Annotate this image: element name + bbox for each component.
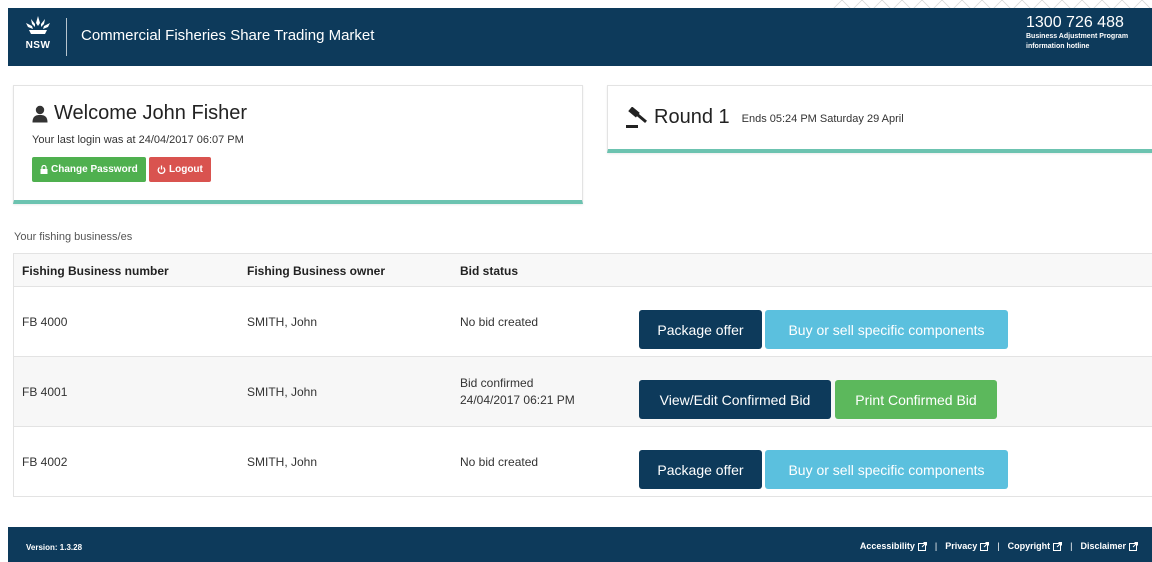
hotline-label-2: information hotline: [1026, 43, 1090, 50]
privacy-link-label: Privacy: [945, 541, 978, 551]
power-icon: [157, 165, 166, 174]
footer-links: Accessibility | Privacy | Copyright | Di…: [860, 541, 1138, 551]
package-offer-button[interactable]: Package offer: [639, 310, 762, 349]
hotline-label-1: Business Adjustment Program: [1026, 33, 1129, 40]
footer-bar: Version: 1.3.28 Accessibility | Privacy …: [8, 527, 1152, 562]
nsw-logo[interactable]: NSW: [20, 14, 56, 60]
footer-separator: |: [1070, 541, 1073, 551]
app-title: Commercial Fisheries Share Trading Marke…: [81, 27, 375, 44]
external-link-icon: [917, 541, 927, 551]
accessibility-link[interactable]: Accessibility: [860, 541, 927, 551]
fishing-business-table: Fishing Business number Fishing Business…: [13, 253, 1152, 497]
round-ends-text: Ends 05:24 PM Saturday 29 April: [741, 113, 904, 125]
waratah-icon: [20, 14, 56, 40]
logout-button[interactable]: Logout: [149, 157, 211, 182]
change-password-label: Change Password: [51, 164, 138, 175]
welcome-heading: Welcome John Fisher: [32, 102, 247, 125]
copyright-link[interactable]: Copyright: [1008, 541, 1063, 551]
privacy-link[interactable]: Privacy: [945, 541, 990, 551]
round-heading: Round 1 Ends 05:24 PM Saturday 29 April: [626, 106, 904, 129]
print-confirmed-bid-button[interactable]: Print Confirmed Bid: [835, 380, 997, 419]
external-link-icon: [980, 541, 990, 551]
last-login-text: Your last login was at 24/04/2017 06:07 …: [32, 134, 244, 146]
table-row: FB 4002 SMITH, John No bid created Packa…: [14, 427, 1152, 497]
business-number: FB 4001: [22, 385, 68, 399]
hotline-info: 1300 726 488 Business Adjustment Program…: [1026, 14, 1146, 52]
lock-icon: [40, 165, 48, 174]
table-row: FB 4000 SMITH, John No bid created Packa…: [14, 287, 1152, 357]
bid-status-date: 24/04/2017 06:21 PM: [460, 393, 575, 407]
external-link-icon: [1053, 541, 1063, 551]
bid-status: Bid confirmed: [460, 376, 534, 390]
gavel-icon: [626, 106, 648, 128]
business-owner: SMITH, John: [247, 455, 318, 469]
column-header-number: Fishing Business number: [22, 264, 169, 278]
change-password-button[interactable]: Change Password: [32, 157, 146, 182]
accessibility-link-label: Accessibility: [859, 541, 915, 551]
footer-separator: |: [997, 541, 1000, 551]
logo-divider: [66, 18, 67, 56]
businesses-section-label: Your fishing business/es: [14, 231, 133, 243]
buy-sell-components-button[interactable]: Buy or sell specific components: [765, 310, 1008, 349]
buy-sell-components-button[interactable]: Buy or sell specific components: [765, 450, 1008, 489]
business-number: FB 4000: [22, 315, 68, 329]
bid-status: No bid created: [460, 315, 539, 329]
round-card: Round 1 Ends 05:24 PM Saturday 29 April: [607, 85, 1152, 153]
business-number: FB 4002: [22, 455, 68, 469]
package-offer-button[interactable]: Package offer: [639, 450, 762, 489]
business-owner: SMITH, John: [247, 385, 318, 399]
view-edit-confirmed-bid-button[interactable]: View/Edit Confirmed Bid: [639, 380, 831, 419]
logo-text: NSW: [25, 40, 51, 51]
logout-label: Logout: [169, 164, 203, 175]
table-row: FB 4001 SMITH, John Bid confirmed 24/04/…: [14, 357, 1152, 427]
round-label: Round 1: [654, 106, 730, 128]
user-icon: [32, 105, 48, 122]
column-header-owner: Fishing Business owner: [247, 264, 386, 278]
hotline-number: 1300 726 488: [1026, 14, 1124, 31]
external-link-icon: [1129, 541, 1138, 551]
welcome-text: Welcome John Fisher: [54, 102, 248, 124]
copyright-link-label: Copyright: [1007, 541, 1051, 551]
welcome-card: Welcome John Fisher Your last login was …: [13, 85, 583, 204]
business-owner: SMITH, John: [247, 315, 318, 329]
disclaimer-link-label: Disclaimer: [1080, 541, 1126, 551]
table-header: Fishing Business number Fishing Business…: [14, 254, 1152, 287]
column-header-status: Bid status: [460, 264, 519, 278]
top-header-bar: NSW Commercial Fisheries Share Trading M…: [8, 8, 1152, 66]
disclaimer-link[interactable]: Disclaimer: [1080, 541, 1138, 551]
bid-status: No bid created: [460, 455, 539, 469]
footer-separator: |: [934, 541, 938, 551]
version-text: Version: 1.3.28: [26, 543, 83, 552]
